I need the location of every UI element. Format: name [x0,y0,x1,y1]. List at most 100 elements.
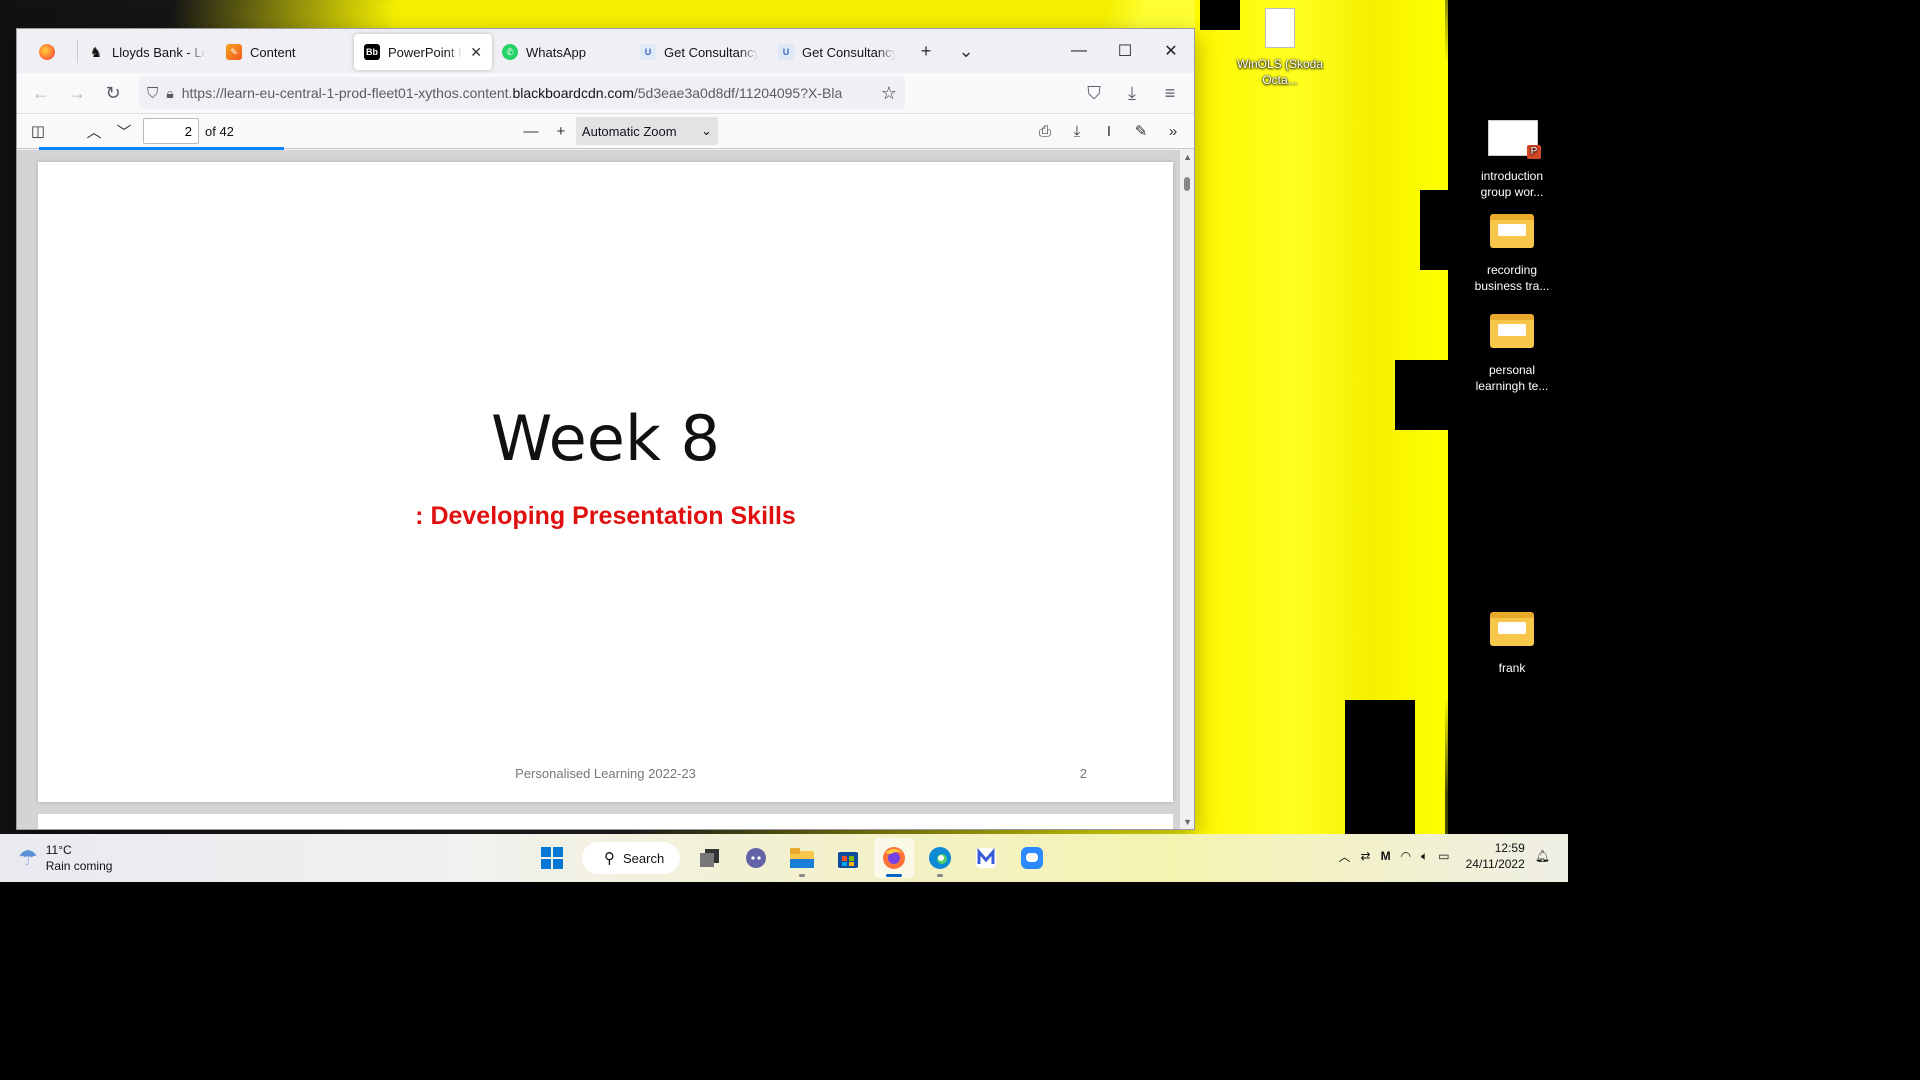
file-icon [1265,8,1295,48]
teams-chat-icon[interactable] [736,838,776,878]
close-tab-icon[interactable]: ✕ [470,44,482,61]
folder-icon [1490,612,1534,646]
consultancy-icon: U [778,44,794,60]
tab-label: Get Consultancy I [802,44,896,60]
close-window-icon[interactable]: ✕ [1148,29,1194,73]
bookmark-star-icon[interactable]: ☆ [881,83,897,104]
wallpaper-speck [1200,0,1240,30]
tracking-shield-icon[interactable]: ⛉ [147,85,158,102]
tab-content[interactable]: ✎ Content [216,34,354,70]
pdf-viewer[interactable]: Week 8 : Developing Presentation Skills … [17,150,1194,829]
minimize-icon[interactable]: — [1056,29,1102,73]
desktop-icon-frank[interactable]: frank [1467,606,1557,676]
search-icon: ⚲ [604,850,615,867]
slide-subtitle: : Developing Presentation Skills [415,502,796,530]
list-tabs-chevron-icon[interactable]: ⌄ [946,33,986,69]
folder-icon [1490,314,1534,348]
previous-page-chevron-up-icon[interactable]: ︿ [79,117,109,145]
draw-pencil-icon[interactable]: ✎ [1126,117,1156,145]
consultancy-icon: U [640,44,656,60]
desktop-icon-introduction-group-work[interactable]: introduction group wor... [1467,116,1557,200]
desktop-icon-label: WinOLS (Skoda Octa... [1236,57,1324,87]
clock-date: 24/11/2022 [1465,857,1525,871]
taskbar-search[interactable]: ⚲ Search [582,842,680,874]
desktop-icon-label: introduction group wor... [1480,169,1544,199]
pdf-tools-right: ⎙ ⤓ I ✎ » [1030,117,1188,145]
firefox-window: ♞ Lloyds Bank - Log ✎ Content Bb PowerPo… [17,29,1194,829]
slide-number: 2 [1079,766,1087,781]
wallpaper-speck [1420,190,1450,270]
desktop-icon-label: personal learningh te... [1475,363,1549,393]
menu-hamburger-icon[interactable]: ≡ [1154,77,1186,109]
volume-icon[interactable]: 🔈︎ [1421,849,1428,864]
blackboard-bb-icon: Bb [364,44,380,60]
tab-get-consultancy-1[interactable]: U Get Consultancy I [630,34,768,70]
pdf-toolbar: ◫ ︿ ﹀ of 42 — + Automatic Zoom ⌄ ⎙ ⤓ I ✎… [17,113,1194,150]
print-icon[interactable]: ⎙ [1030,117,1060,145]
scroll-up-arrow-icon[interactable]: ▲ [1183,152,1192,162]
maximize-icon[interactable]: ☐ [1102,29,1148,73]
edge-icon[interactable] [920,838,960,878]
show-hidden-icons-chevron-icon[interactable]: ︿ [1338,848,1350,865]
weather-widget[interactable]: ☂ 11°C Rain coming [18,842,112,874]
tab-label: Lloyds Bank - Log [112,44,206,60]
new-tab-plus-icon[interactable]: + [906,33,946,69]
url-text[interactable]: https://learn-eu-central-1-prod-fleet01-… [182,85,873,101]
pocket-icon[interactable]: ⛉ [1078,77,1110,109]
taskbar-apps: ⚲ Search [532,838,1052,878]
forward-arrow-icon[interactable]: → [61,77,93,109]
wifi-icon[interactable]: ◠ [1401,849,1411,863]
system-tray: ︿ ⇄ M ◠ 🔈︎ ▭ 12:59 24/11/2022 🔔︎ [1338,840,1550,872]
desktop-icon-winols[interactable]: WinOLS (Skoda Octa... [1235,8,1325,88]
tab-label: Get Consultancy I [664,44,758,60]
zoom-select[interactable]: Automatic Zoom ⌄ [575,117,718,145]
clock-time: 12:59 [1494,841,1525,855]
back-arrow-icon[interactable]: ← [25,77,57,109]
sidebar-toggle-icon[interactable]: ◫ [23,117,53,145]
downloads-icon[interactable]: ⤓ [1116,77,1148,109]
next-page-chevron-down-icon[interactable]: ﹀ [109,117,139,145]
scrollbar-thumb[interactable] [1184,177,1190,191]
task-view-icon[interactable] [690,838,730,878]
page-number-input[interactable] [143,118,199,144]
url-bar[interactable]: ⛉ 🔒︎ https://learn-eu-central-1-prod-fle… [139,77,905,109]
slide-footer: Personalised Learning 2022-23 [515,766,696,781]
tab-get-consultancy-2[interactable]: U Get Consultancy I [768,34,906,70]
firefox-taskbar-icon[interactable] [874,838,914,878]
network-sync-icon[interactable]: ⇄ [1361,849,1371,863]
vertical-scrollbar[interactable]: ▲ ▼ [1180,150,1194,829]
firefox-view-button[interactable] [17,34,77,70]
pdf-next-page [38,814,1173,829]
desktop-icon-label: recording business tra... [1474,263,1550,293]
zoom-out-icon[interactable]: — [516,117,546,145]
page-total-label: of 42 [205,123,234,139]
wallpaper-speck [1395,360,1450,430]
tab-whatsapp[interactable]: ✆ WhatsApp [492,34,630,70]
battery-icon[interactable]: ▭ [1438,849,1449,863]
taskbar: ☂ 11°C Rain coming ⚲ Search ︿ ⇄ M ◠ 🔈︎ ▭… [0,834,1568,882]
desktop-icon-label: frank [1498,661,1526,675]
lock-icon[interactable]: 🔒︎ [166,85,173,102]
m-app-icon[interactable] [966,838,1006,878]
file-explorer-icon[interactable] [782,838,822,878]
navigation-toolbar: ← → ↻ ⛉ 🔒︎ https://learn-eu-central-1-pr… [17,73,1194,113]
clock[interactable]: 12:59 24/11/2022 [1466,840,1525,872]
scroll-down-arrow-icon[interactable]: ▼ [1183,817,1192,827]
notifications-bell-icon[interactable]: 🔔︎ [1535,849,1550,863]
desktop-icon-recording-business[interactable]: recording business tra... [1467,208,1557,294]
m-tray-icon[interactable]: M [1381,849,1391,863]
zoom-in-icon[interactable]: + [546,117,576,145]
tab-label: Content [250,44,296,60]
tab-powerpoint[interactable]: Bb PowerPoint Pre ✕ [354,34,492,70]
start-windows-icon[interactable] [532,838,572,878]
tab-lloyds-bank[interactable]: ♞ Lloyds Bank - Log [78,34,216,70]
running-indicator [886,874,902,877]
wallpaper-speck [1345,700,1415,840]
microsoft-store-icon[interactable] [828,838,868,878]
save-download-icon[interactable]: ⤓ [1062,117,1092,145]
text-cursor-icon[interactable]: I [1094,117,1124,145]
tools-double-chevron-icon[interactable]: » [1158,117,1188,145]
desktop-icon-personal-learning[interactable]: personal learningh te... [1467,308,1557,394]
reload-icon[interactable]: ↻ [97,77,129,109]
messenger-chat-icon[interactable] [1012,838,1052,878]
